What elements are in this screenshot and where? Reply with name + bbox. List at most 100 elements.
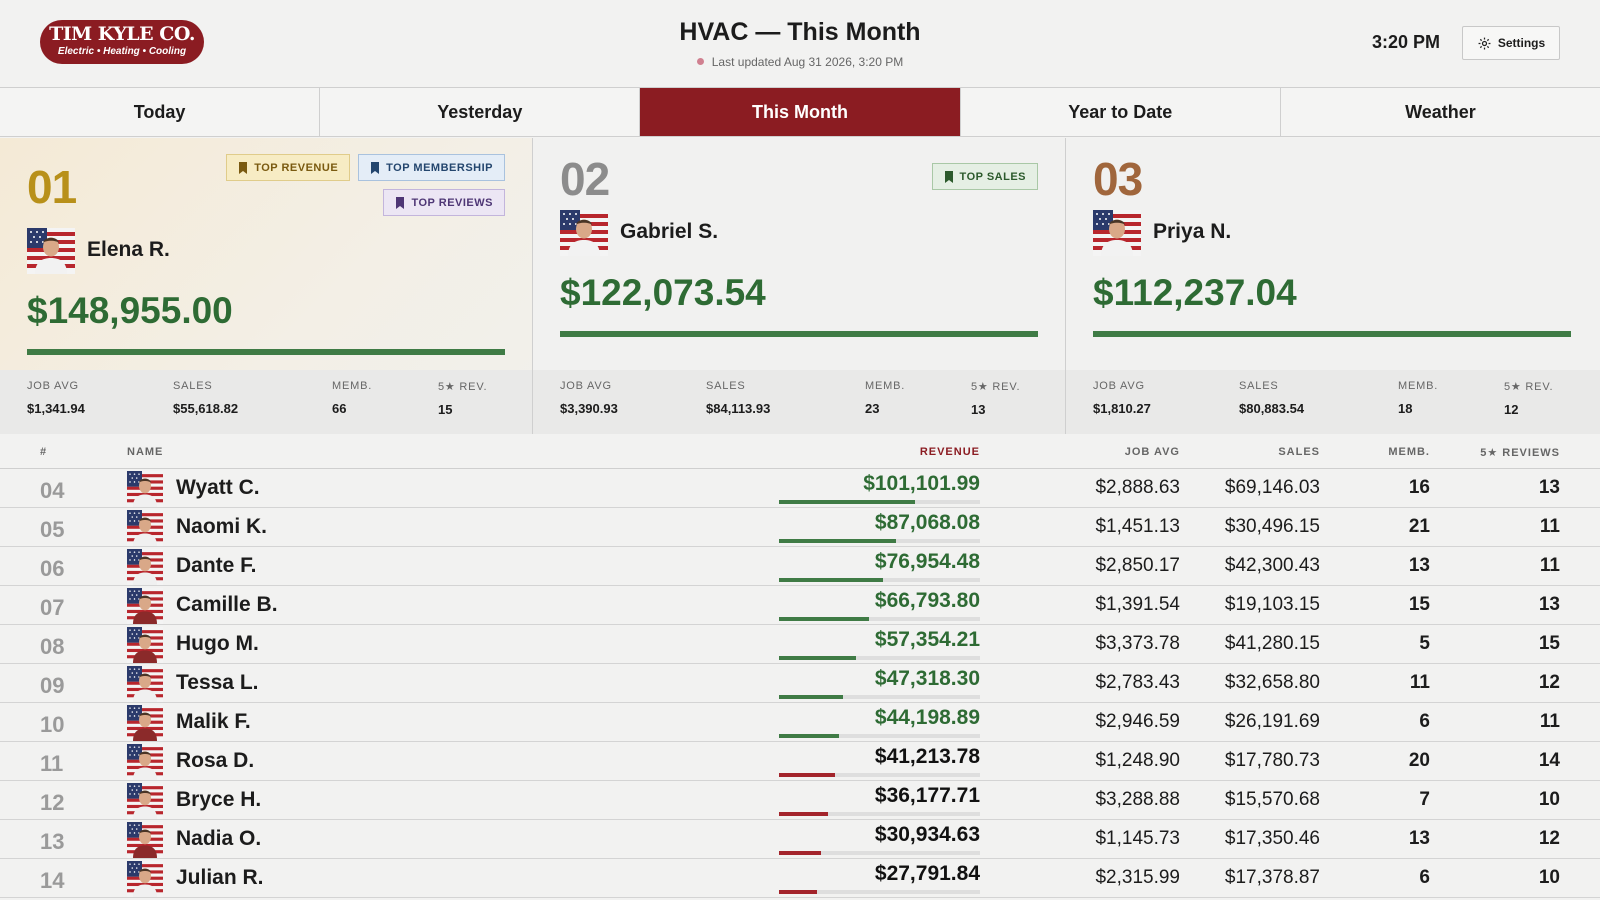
badge-label: TOP REVENUE: [254, 161, 339, 174]
col-job-avg[interactable]: JOB AVG: [1125, 446, 1180, 458]
col-rank: #: [40, 446, 48, 458]
gear-icon: [1478, 37, 1491, 49]
technician-photo-icon: [127, 471, 163, 507]
settings-button[interactable]: Settings: [1462, 26, 1560, 60]
settings-label: Settings: [1497, 36, 1546, 50]
stat-label: SALES: [706, 380, 746, 392]
table-row[interactable]: 14 Julian R. $27,791.84 $2,315.99 $17,378.87…: [0, 859, 1600, 898]
col-sales[interactable]: SALES: [1278, 446, 1320, 458]
col-name: NAME: [127, 446, 164, 458]
row-name: Rosa D.: [176, 749, 255, 772]
row-avatar: [127, 666, 163, 702]
table-row[interactable]: 09 Tessa L. $47,318.30 $2,783.43 $32,658.80 1…: [0, 664, 1600, 703]
row-sales: $17,378.87: [1224, 867, 1320, 888]
stat-value: $80,883.54: [1239, 401, 1305, 416]
clock: 3:20 PM: [1372, 32, 1441, 52]
technician-photo-icon: [127, 861, 163, 897]
table-row[interactable]: 06 Dante F. $76,954.48 $2,850.17 $42,300.43 1…: [0, 547, 1600, 586]
row-revenue: $101,101.99: [863, 472, 980, 495]
stat-label: 5★ REV.: [438, 381, 488, 393]
row-name: Nadia O.: [176, 827, 262, 850]
table-row[interactable]: 08 Hugo M. $57,354.21 $3,373.78 $41,280.15 5 1…: [0, 625, 1600, 664]
tab-today[interactable]: Today: [0, 88, 321, 136]
row-reviews: 12: [1538, 672, 1560, 693]
col-reviews[interactable]: 5★ REVIEWS: [1480, 446, 1560, 459]
row-reviews: 10: [1538, 789, 1560, 810]
podium-stats: JOB AVG $1,810.27 SALES $80,883.54 MEMB. 18…: [1066, 370, 1600, 434]
avatar: [560, 210, 608, 256]
stat-label: JOB AVG: [1093, 380, 1145, 392]
row-job-avg: $2,946.59: [1095, 711, 1180, 732]
row-revenue: $57,354.21: [874, 628, 980, 651]
row-rank: 05: [40, 517, 65, 542]
row-revenue-track: [779, 773, 980, 777]
row-reviews: 10: [1538, 867, 1560, 888]
row-reviews: 15: [1538, 633, 1560, 654]
col-revenue[interactable]: REVENUE: [920, 446, 980, 458]
podium-revenue: $112,237.04: [1093, 272, 1297, 313]
tab-yesterday[interactable]: Yesterday: [320, 88, 641, 136]
row-avatar: [127, 627, 163, 663]
row-revenue: $76,954.48: [874, 550, 980, 573]
bookmark-icon: [239, 161, 248, 174]
podium-name: Gabriel S.: [620, 220, 719, 243]
table-row[interactable]: 13 Nadia O. $30,934.63 $1,145.73 $17,350.46 1…: [0, 820, 1600, 859]
row-avatar: [127, 471, 163, 507]
table-row[interactable]: 10 Malik F. $44,198.89 $2,946.59 $26,191.69 6…: [0, 703, 1600, 742]
row-avatar: [127, 705, 163, 741]
table-row[interactable]: 04 Wyatt C. $101,101.99 $2,888.63 $69,146.03…: [0, 469, 1600, 508]
stat-value: 12: [1504, 402, 1519, 417]
technician-photo-icon: [1093, 210, 1141, 256]
row-revenue: $87,068.08: [874, 511, 980, 534]
row-sales: $42,300.43: [1224, 555, 1320, 576]
stat-label: MEMB.: [865, 380, 906, 392]
col-memberships[interactable]: MEMB.: [1388, 446, 1430, 458]
tab-weather[interactable]: Weather: [1280, 88, 1600, 136]
row-avatar: [127, 549, 163, 585]
stat-sales: SALES $55,618.82: [173, 380, 238, 416]
row-job-avg: $3,373.78: [1095, 633, 1180, 654]
table-row[interactable]: 05 Naomi K. $87,068.08 $1,451.13 $30,496.15 2…: [0, 508, 1600, 547]
table-row[interactable]: 12 Bryce H. $36,177.71 $3,288.88 $15,570.68 7…: [0, 781, 1600, 820]
stat-sales: SALES $80,883.54: [1239, 380, 1304, 416]
period-tabs: Today Yesterday This Month Year to Date …: [0, 88, 1600, 137]
row-revenue-track: [779, 890, 980, 894]
row-revenue-bar: [779, 695, 843, 699]
row-name: Bryce H.: [176, 788, 262, 811]
last-updated-text: Last updated Aug 31 2026, 3:20 PM: [711, 55, 904, 69]
row-revenue-bar: [779, 812, 828, 816]
row-job-avg: $1,145.73: [1095, 828, 1180, 849]
row-rank: 04: [40, 478, 65, 503]
row-sales: $32,658.80: [1224, 672, 1320, 693]
stat-value: $3,390.93: [560, 401, 618, 416]
row-avatar: [127, 822, 163, 858]
podium-card-1: 01 TOP REVENUE TOP MEMBERSHIP TOP REVIEW…: [0, 138, 533, 434]
stat-value: $1,810.27: [1093, 401, 1151, 416]
badge-top-sales: TOP SALES: [931, 163, 1038, 190]
row-job-avg: $1,391.54: [1095, 594, 1180, 615]
row-revenue-track: [779, 695, 980, 699]
technician-photo-icon: [127, 744, 163, 780]
row-revenue-track: [779, 656, 980, 660]
row-sales: $41,280.15: [1224, 633, 1320, 654]
podium-revenue: $148,955.00: [27, 290, 233, 331]
row-revenue: $47,318.30: [874, 667, 980, 690]
row-rank: 11: [40, 751, 64, 776]
stat-label: MEMB.: [332, 380, 373, 392]
stat-memberships: MEMB. 23: [865, 380, 905, 416]
page-title: HVAC — This Month: [679, 18, 921, 46]
podium-revenue-bar: [560, 331, 1038, 337]
row-revenue-track: [779, 539, 980, 543]
row-revenue-track: [779, 851, 980, 855]
table-row[interactable]: 11 Rosa D. $41,213.78 $1,248.90 $17,780.73 20…: [0, 742, 1600, 781]
row-revenue-bar: [779, 539, 897, 543]
row-revenue: $41,213.78: [874, 745, 980, 768]
bookmark-icon: [371, 161, 380, 174]
avatar: [27, 228, 75, 274]
podium-name: Priya N.: [1153, 220, 1232, 243]
table-row[interactable]: 07 Camille B. $66,793.80 $1,391.54 $19,103.1…: [0, 586, 1600, 625]
tab-year-to-date[interactable]: Year to Date: [960, 88, 1281, 136]
row-revenue-bar: [779, 890, 817, 894]
tab-this-month[interactable]: This Month: [640, 88, 961, 136]
bookmark-icon: [396, 196, 405, 209]
